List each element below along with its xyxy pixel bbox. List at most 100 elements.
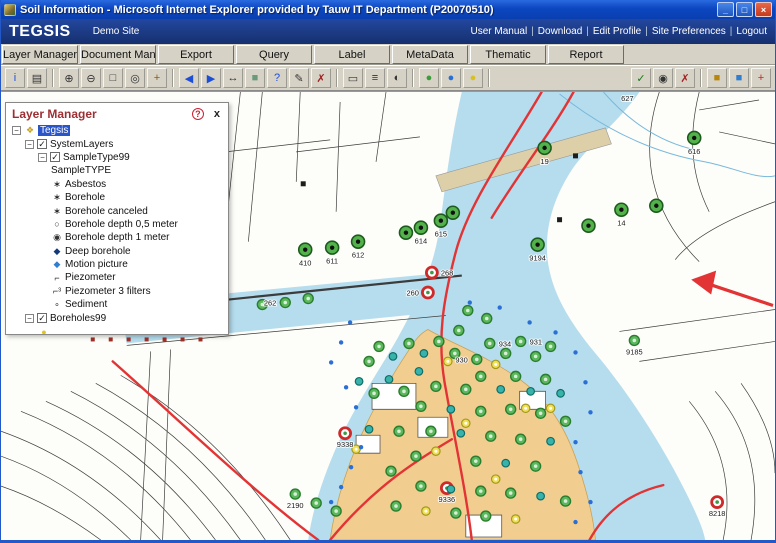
layer-tree-item-sediment[interactable]: ∘ Sediment: [8, 298, 226, 311]
vehicle-tool-icon[interactable]: ■: [707, 68, 727, 88]
layer-tree-item-motion-picture[interactable]: ◆ Motion picture: [8, 258, 226, 271]
map-marker-b[interactable]: [328, 360, 334, 365]
vehicle-tool-alt-icon[interactable]: ■: [729, 68, 749, 88]
edit-icon[interactable]: ✎: [289, 68, 309, 88]
map-marker-b[interactable]: [573, 519, 578, 525]
accept-icon[interactable]: ✓: [631, 68, 651, 88]
layer-tree-item-borehole[interactable]: ∗ Borehole: [8, 191, 226, 204]
identify-icon[interactable]: ?: [267, 68, 287, 88]
previous-extent-icon[interactable]: ◀: [179, 68, 199, 88]
map-marker-t[interactable]: [456, 428, 466, 438]
layer-tree-item-deep-borehole[interactable]: ◆ Deep borehole: [8, 245, 226, 258]
measure-icon[interactable]: ↔: [223, 68, 243, 88]
piezometer-marker[interactable]: [180, 337, 185, 342]
map-marker-b[interactable]: [348, 464, 354, 470]
header-link-logout[interactable]: Logout: [736, 26, 767, 37]
tab-export[interactable]: Export: [158, 45, 234, 64]
map-marker-t[interactable]: [364, 424, 374, 434]
locate-icon[interactable]: ◉: [653, 68, 673, 88]
map-marker-t[interactable]: [384, 374, 394, 384]
piezometer-marker[interactable]: [90, 337, 95, 342]
map-marker-b[interactable]: [578, 469, 583, 475]
piezometer-marker[interactable]: [198, 337, 203, 342]
tab-report[interactable]: Report: [548, 45, 624, 64]
map-marker-t[interactable]: [501, 458, 511, 468]
pan-icon[interactable]: +: [147, 68, 167, 88]
layer-tree-item-boreholes99[interactable]: − ✓ Boreholes99: [8, 311, 226, 324]
copy-map-icon[interactable]: ▭: [343, 68, 363, 88]
map-marker-t[interactable]: [388, 352, 398, 361]
marker-style-yellow-icon[interactable]: ●: [463, 68, 483, 88]
map-marker-t[interactable]: [496, 384, 506, 394]
piezometer-marker[interactable]: [126, 337, 131, 342]
add-feature-icon[interactable]: +: [751, 68, 771, 88]
checkbox-checked[interactable]: ✓: [50, 152, 60, 163]
layer-tree-item-borehole-depth-0-5-meter[interactable]: ○ Borehole depth 0,5 meter: [8, 218, 226, 231]
checkbox-checked[interactable]: ✓: [37, 139, 47, 150]
header-link-edit-profile[interactable]: Edit Profile: [593, 26, 641, 37]
tab-thematic[interactable]: Thematic: [470, 45, 546, 64]
map-marker-t[interactable]: [556, 388, 565, 398]
tab-layer-manager[interactable]: Layer Manager: [2, 45, 78, 64]
map-marker-t[interactable]: [446, 484, 456, 494]
close-button[interactable]: ×: [755, 2, 772, 17]
close-icon[interactable]: x: [214, 108, 220, 120]
map-marker-b[interactable]: [553, 330, 558, 335]
map-marker-b[interactable]: [358, 445, 364, 450]
layer-tree-item-tegsis[interactable]: − ❖ Tegsis: [8, 124, 226, 137]
map-marker-b[interactable]: [338, 484, 344, 490]
header-link-site-preferences[interactable]: Site Preferences: [652, 26, 726, 37]
layer-tree-item-borehole-canceled[interactable]: ∗ Borehole canceled: [8, 204, 226, 217]
map-marker-b[interactable]: [588, 499, 593, 505]
layer-tree-item-systemlayers[interactable]: − ✓ SystemLayers: [8, 137, 226, 150]
map-viewport[interactable]: 410 611 612 614 615 19 616 14 9194 268 260 9338 9336…: [1, 91, 775, 540]
checkbox-checked[interactable]: ✓: [37, 313, 47, 324]
map-marker-b[interactable]: [583, 380, 588, 385]
delete-icon[interactable]: ✗: [311, 68, 331, 88]
piezometer-marker[interactable]: [108, 337, 113, 342]
map-marker-t[interactable]: [546, 436, 555, 446]
marker-style-green-icon[interactable]: ●: [419, 68, 439, 88]
layer-tree-item-piezometer-3-filters[interactable]: ⌐³ Piezometer 3 filters: [8, 285, 226, 298]
map-marker-t[interactable]: [536, 491, 545, 501]
print-icon[interactable]: ▤: [27, 68, 47, 88]
map-marker-b[interactable]: [467, 300, 472, 305]
map-marker-t[interactable]: [414, 366, 424, 376]
map-marker-b[interactable]: [343, 385, 349, 390]
maximize-button[interactable]: □: [736, 2, 753, 17]
zoom-in-icon[interactable]: ⊕: [59, 68, 79, 88]
layer-tree-item-asbestos[interactable]: ∗ Asbestos: [8, 178, 226, 191]
piezometer-marker[interactable]: [144, 337, 149, 342]
header-link-user-manual[interactable]: User Manual: [470, 26, 527, 37]
layer-tree-item-borehole-depth-1-meter[interactable]: ◉ Borehole depth 1 meter: [8, 231, 226, 244]
map-marker-b[interactable]: [497, 305, 502, 310]
marker-style-blue-icon[interactable]: ●: [441, 68, 461, 88]
layer-tree-item-sampletype[interactable]: SampleTYPE: [8, 164, 226, 177]
minimize-button[interactable]: _: [717, 2, 734, 17]
map-marker-b[interactable]: [573, 440, 578, 445]
building-marker[interactable]: [557, 217, 563, 223]
building-marker[interactable]: [573, 153, 579, 159]
map-marker-t[interactable]: [354, 376, 364, 386]
map-marker-t[interactable]: [419, 349, 429, 358]
building-marker[interactable]: [300, 181, 306, 187]
map-marker-b[interactable]: [347, 320, 353, 325]
full-extent-icon[interactable]: ◎: [125, 68, 145, 88]
piezometer-marker[interactable]: [162, 337, 167, 342]
map-marker-t[interactable]: [446, 404, 456, 414]
tab-document-manager[interactable]: Document Manager: [80, 45, 156, 64]
help-icon[interactable]: ?: [191, 108, 204, 120]
layer-tree-item[interactable]: ●: [8, 325, 226, 334]
clear-selection-icon[interactable]: ✗: [675, 68, 695, 88]
zoom-window-icon[interactable]: □: [103, 68, 123, 88]
header-link-download[interactable]: Download: [538, 26, 582, 37]
map-marker-t[interactable]: [526, 386, 536, 396]
next-extent-icon[interactable]: ▶: [201, 68, 221, 88]
layer-tree-item-sampletype99[interactable]: − ✓ SampleType99: [8, 151, 226, 164]
expander-icon[interactable]: −: [38, 152, 47, 162]
map-marker-b[interactable]: [338, 340, 344, 345]
map-marker-b[interactable]: [353, 405, 359, 410]
map-marker-b[interactable]: [328, 499, 334, 505]
info-icon[interactable]: i: [5, 68, 25, 88]
expander-icon[interactable]: −: [25, 139, 34, 149]
